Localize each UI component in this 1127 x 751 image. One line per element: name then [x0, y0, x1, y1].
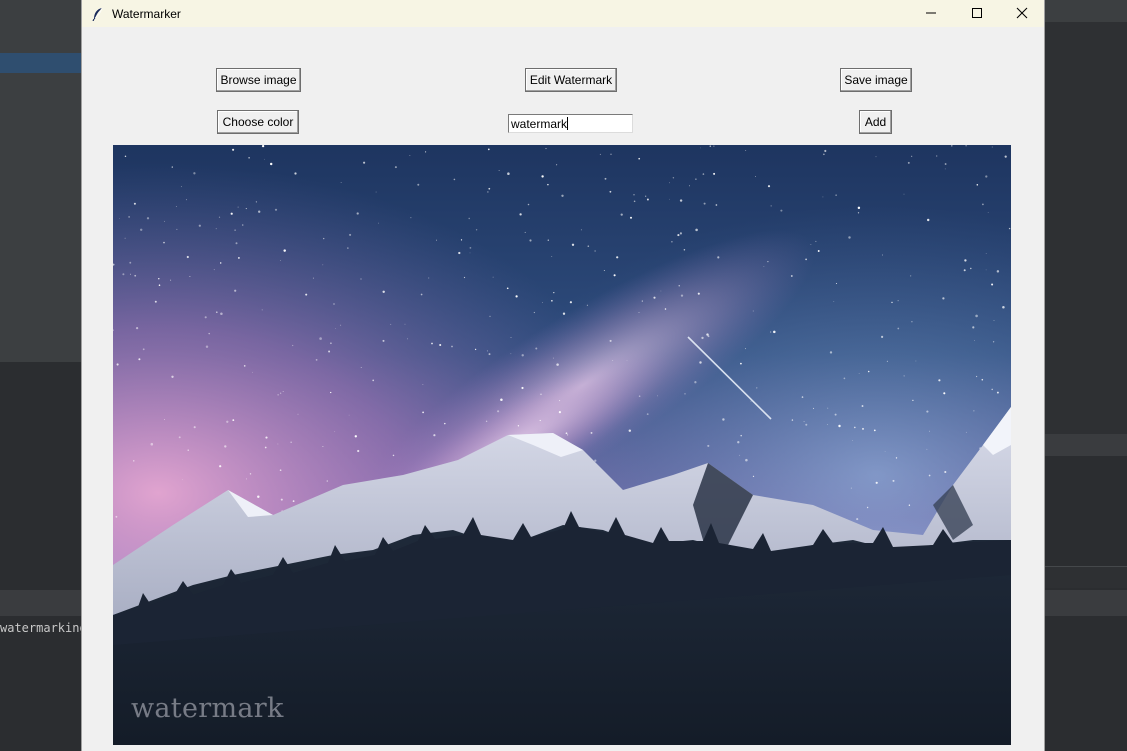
mountain-night-photo [113, 145, 1011, 745]
background-ide-right-bar [1045, 434, 1127, 456]
background-ide-right-bar [1045, 590, 1127, 616]
feather-icon [91, 7, 105, 21]
image-canvas[interactable]: watermark [113, 145, 1011, 745]
watermark-text-input[interactable]: watermark [508, 114, 633, 133]
watermark-text-value: watermark [511, 116, 568, 131]
background-ide-right-top [1045, 22, 1127, 434]
title-bar[interactable]: Watermarker [82, 0, 1044, 27]
text-caret [567, 117, 569, 130]
save-image-button[interactable]: Save image [840, 68, 912, 92]
background-ide-panel [0, 22, 81, 362]
close-icon [1016, 4, 1028, 23]
background-ide-text: watermarking [0, 621, 81, 635]
add-watermark-button[interactable]: Add [859, 110, 892, 134]
watermark-overlay-text: watermark [131, 693, 284, 724]
background-ide-right-bar [1045, 566, 1127, 588]
maximize-icon [971, 4, 983, 23]
maximize-button[interactable] [954, 0, 1000, 27]
background-ide-strip [0, 590, 81, 616]
choose-color-button[interactable]: Choose color [217, 110, 299, 134]
background-ide-selected-row [0, 53, 81, 73]
browse-image-button[interactable]: Browse image [216, 68, 301, 92]
minimize-button[interactable] [908, 0, 954, 27]
window-title: Watermarker [112, 6, 181, 21]
minimize-icon [925, 4, 937, 23]
close-button[interactable] [999, 0, 1045, 27]
app-window: Watermarker Browse image Edit Watermark … [81, 0, 1045, 751]
edit-watermark-button[interactable]: Edit Watermark [525, 68, 617, 92]
